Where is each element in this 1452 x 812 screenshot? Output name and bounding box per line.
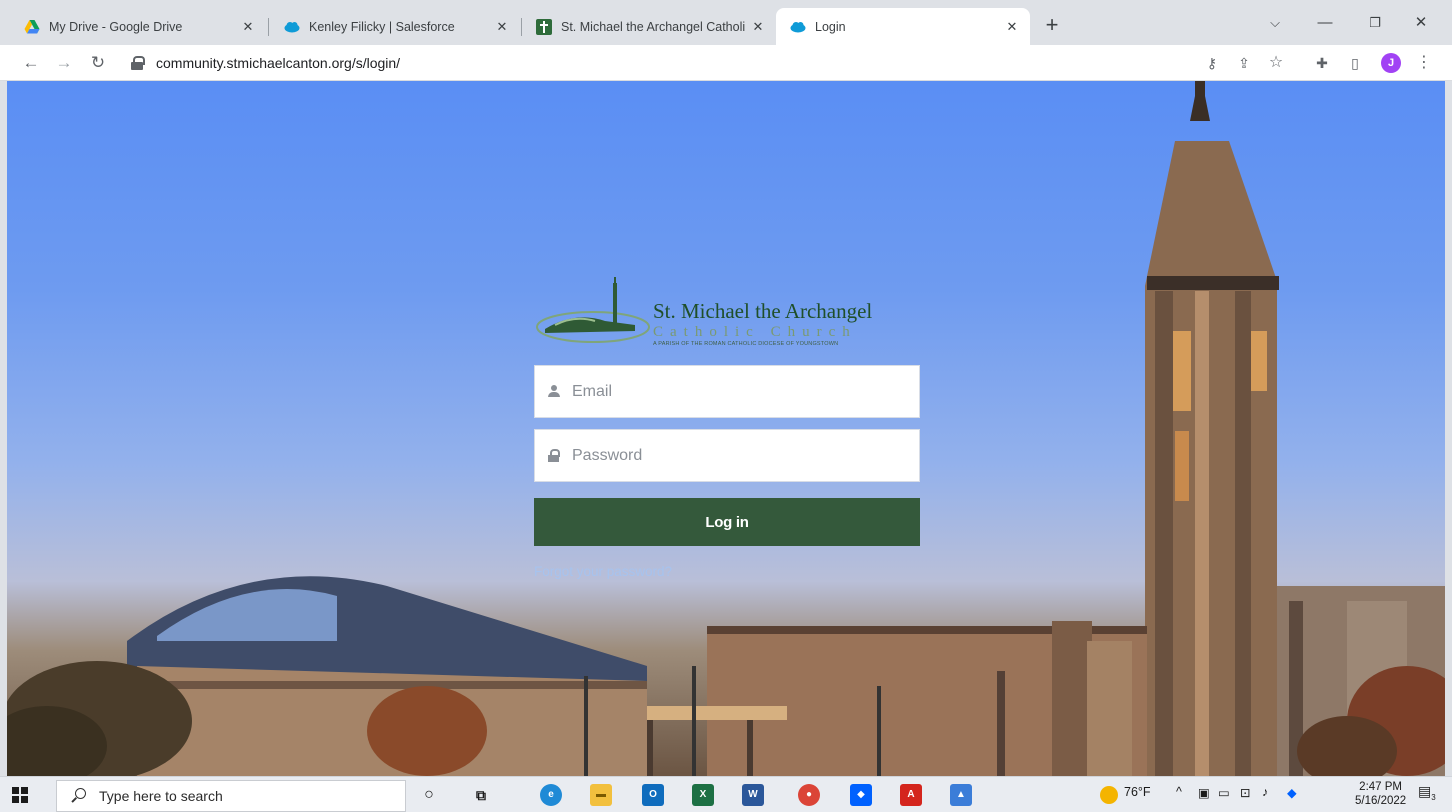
tray-app-icon[interactable]: ▣ xyxy=(1198,785,1210,800)
tab-label: My Drive - Google Drive xyxy=(49,19,183,34)
address-bar[interactable]: community.stmichaelcanton.org/s/login/ xyxy=(120,49,1200,77)
excel-icon[interactable]: X xyxy=(692,784,714,806)
lock-icon xyxy=(547,448,561,463)
church-logo-graphic xyxy=(536,277,650,343)
taskbar-search-box[interactable]: Type here to search xyxy=(56,780,406,812)
church-cross-icon xyxy=(536,18,552,35)
battery-icon[interactable]: ▭ xyxy=(1218,785,1230,800)
tab-login[interactable]: Login ✕ xyxy=(776,8,1030,45)
cortana-icon[interactable]: ○ xyxy=(418,784,440,806)
google-drive-icon xyxy=(24,19,40,33)
clock-date: 5/16/2022 xyxy=(1355,795,1407,807)
browser-toolbar: ← → ↻ community.stmichaelcanton.org/s/lo… xyxy=(0,45,1452,81)
tab-google-drive[interactable]: My Drive - Google Drive ✕ xyxy=(10,8,266,45)
logo-tagline: A PARISH OF THE ROMAN CATHOLIC DIOCESE O… xyxy=(653,341,839,347)
edge-icon[interactable]: e xyxy=(540,784,562,806)
windows-start-icon[interactable] xyxy=(12,787,28,803)
side-panel-icon[interactable]: ▯ xyxy=(1345,53,1365,73)
bookmark-star-icon[interactable]: ☆ xyxy=(1266,53,1286,73)
window-close-button[interactable]: ✕ xyxy=(1398,8,1444,38)
browser-tab-strip: My Drive - Google Drive ✕ Kenley Filicky… xyxy=(0,0,1452,45)
acrobat-icon[interactable]: A xyxy=(900,784,922,806)
key-icon[interactable]: ⚷ xyxy=(1202,53,1222,73)
user-icon xyxy=(547,384,561,399)
taskbar-search-placeholder: Type here to search xyxy=(99,788,223,804)
forward-button[interactable]: → xyxy=(50,49,78,77)
dropbox-icon[interactable]: ◆ xyxy=(850,784,872,806)
extensions-puzzle-icon[interactable]: ✚ xyxy=(1312,53,1332,73)
chrome-icon[interactable]: ● xyxy=(798,784,820,806)
password-field[interactable] xyxy=(534,429,920,482)
windows-taskbar: Type here to search ○ ⧉ e ▬ O X W ● ◆ A … xyxy=(0,776,1452,812)
forgot-password-link[interactable]: Forgot your password? xyxy=(534,564,672,579)
word-icon[interactable]: W xyxy=(742,784,764,806)
network-icon[interactable]: ⊡ xyxy=(1240,785,1250,800)
password-input[interactable] xyxy=(572,446,892,465)
salesforce-cloud-icon xyxy=(790,21,806,32)
weather-sun-icon[interactable] xyxy=(1100,786,1118,804)
notification-center-icon[interactable]: ▤3 xyxy=(1418,783,1436,802)
outlook-icon[interactable]: O xyxy=(642,784,664,806)
lock-icon[interactable] xyxy=(130,56,145,70)
login-page: St. Michael the Archangel Catholic Churc… xyxy=(7,81,1445,776)
task-view-icon[interactable]: ⧉ xyxy=(470,784,492,806)
file-explorer-icon[interactable]: ▬ xyxy=(590,784,612,806)
profile-avatar[interactable]: J xyxy=(1381,53,1401,73)
url-text[interactable]: community.stmichaelcanton.org/s/login/ xyxy=(156,55,400,71)
logo-subtitle: Catholic Church xyxy=(653,324,857,340)
taskbar-clock[interactable]: 2:47 PM 5/16/2022 xyxy=(1355,780,1406,808)
dropbox-tray-icon[interactable]: ◆ xyxy=(1287,785,1297,800)
salesforce-cloud-icon xyxy=(284,21,300,32)
email-field[interactable] xyxy=(534,365,920,418)
close-icon[interactable]: ✕ xyxy=(1004,19,1020,35)
church-logo: St. Michael the Archangel Catholic Churc… xyxy=(535,277,907,353)
tab-st-michael[interactable]: St. Michael the Archangel Catholi ✕ xyxy=(522,8,776,45)
weather-temperature[interactable]: 76°F xyxy=(1124,785,1151,799)
close-icon[interactable]: ✕ xyxy=(494,19,510,35)
search-icon xyxy=(71,788,87,804)
reload-button[interactable]: ↻ xyxy=(84,49,112,77)
tab-divider xyxy=(268,18,269,36)
tab-label: Kenley Filicky | Salesforce xyxy=(309,19,455,34)
minimize-button[interactable]: — xyxy=(1302,8,1348,38)
login-button[interactable]: Log in xyxy=(534,498,920,546)
new-tab-button[interactable]: + xyxy=(1038,12,1066,40)
tab-label: St. Michael the Archangel Catholi xyxy=(561,19,746,34)
show-hidden-icons-icon[interactable]: ^ xyxy=(1176,785,1182,799)
share-icon[interactable]: ⇪ xyxy=(1234,53,1254,73)
clock-time: 2:47 PM xyxy=(1359,781,1402,793)
tab-label: Login xyxy=(815,19,846,34)
email-input[interactable] xyxy=(572,382,892,401)
logo-title: St. Michael the Archangel xyxy=(653,299,873,323)
close-icon[interactable]: ✕ xyxy=(240,19,256,35)
back-button[interactable]: ← xyxy=(17,49,45,77)
tab-search-chevron-icon[interactable]: ⌵ xyxy=(1252,8,1298,38)
notification-count: 3 xyxy=(1431,792,1436,802)
restore-button[interactable]: ❐ xyxy=(1352,8,1398,38)
menu-kebab-icon[interactable]: ⋮ xyxy=(1414,53,1434,73)
tab-salesforce[interactable]: Kenley Filicky | Salesforce ✕ xyxy=(270,8,520,45)
close-icon[interactable]: ✕ xyxy=(750,19,766,35)
photos-icon[interactable]: ▲ xyxy=(950,784,972,806)
volume-icon[interactable]: ♪ xyxy=(1262,785,1268,799)
